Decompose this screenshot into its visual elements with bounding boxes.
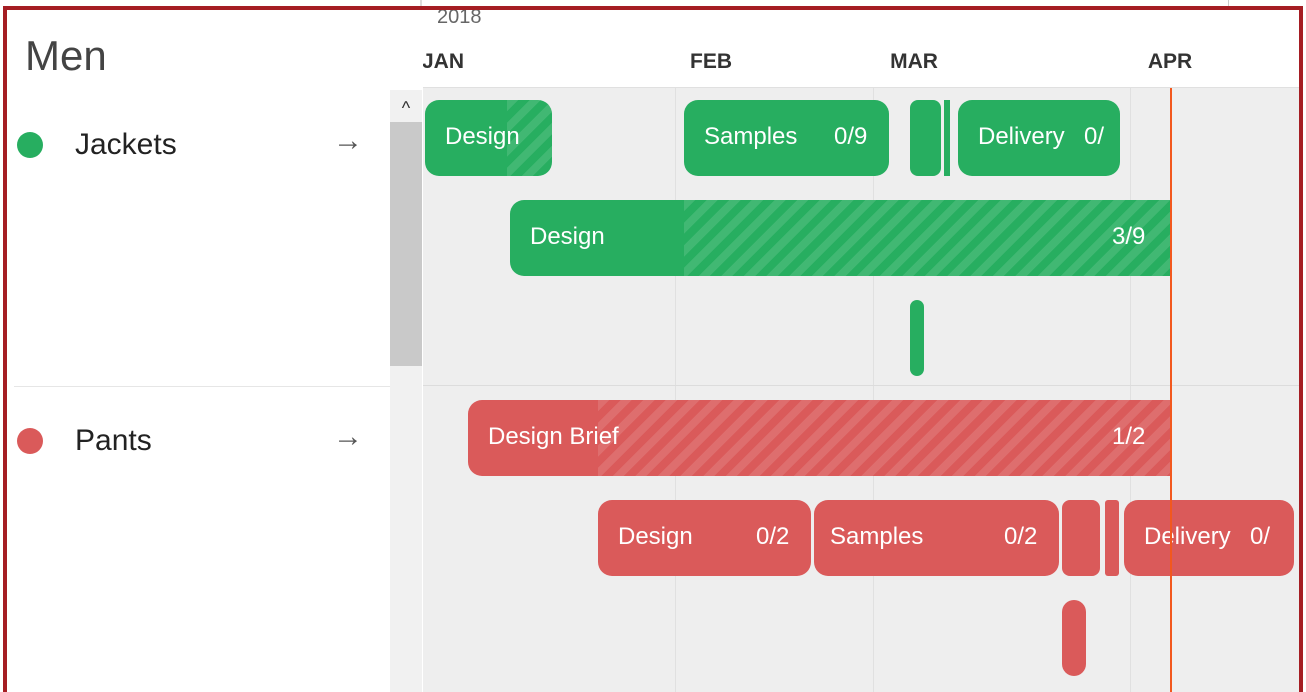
scroll-up-icon[interactable]: ^ xyxy=(390,90,422,122)
year-label: 2018 xyxy=(437,10,482,28)
month-gridline xyxy=(873,88,874,692)
category-name: Pants xyxy=(75,424,152,457)
month-gridline xyxy=(1130,88,1131,692)
gantt-view: Men Jackets → Pants → ^ 2018 JAN FEB MAR… xyxy=(0,0,1306,692)
milestone-bar[interactable] xyxy=(910,100,941,176)
timeline-header: 2018 JAN FEB MAR APR xyxy=(423,10,1299,88)
group-title: Men xyxy=(25,32,107,79)
month-label-feb: FEB xyxy=(690,50,732,73)
timeline-area: 2018 JAN FEB MAR APR Design Samples 0/9 xyxy=(423,10,1299,692)
task-bar[interactable]: Design 0/2 xyxy=(598,500,811,576)
task-label: Design xyxy=(618,523,693,550)
milestone-marker[interactable] xyxy=(1062,600,1086,676)
arrow-right-icon[interactable]: → xyxy=(333,124,363,158)
task-bar[interactable]: Delivery 0/ xyxy=(1124,500,1294,576)
progress-hatch xyxy=(598,400,1170,476)
task-label: Delivery xyxy=(1144,523,1231,550)
task-count: 3/9 xyxy=(1112,223,1146,250)
milestone-marker[interactable] xyxy=(910,300,924,376)
task-label: Delivery xyxy=(978,123,1065,150)
category-name: Jackets xyxy=(75,128,177,161)
window-corner-line xyxy=(1228,0,1229,8)
milestone-tick[interactable] xyxy=(944,100,950,176)
month-gridline xyxy=(675,88,676,692)
category-color-dot xyxy=(17,132,43,158)
task-count: 0/ xyxy=(1250,523,1271,550)
task-bar[interactable]: Samples 0/2 xyxy=(814,500,1059,576)
progress-hatch xyxy=(684,200,1170,276)
task-count: 1/2 xyxy=(1112,423,1146,450)
scrollbar-thumb[interactable] xyxy=(390,122,422,366)
header-divider xyxy=(420,0,422,8)
category-row-jackets[interactable]: Jackets → xyxy=(7,118,390,178)
category-divider xyxy=(14,386,397,387)
category-panel: Men Jackets → Pants → ^ xyxy=(7,10,423,692)
category-row-pants[interactable]: Pants → xyxy=(7,414,390,474)
arrow-right-icon[interactable]: → xyxy=(333,420,363,454)
task-count: 0/2 xyxy=(756,523,790,550)
task-count: 0/9 xyxy=(834,123,868,150)
milestone-tick[interactable] xyxy=(1105,500,1119,576)
milestone-bar[interactable] xyxy=(1062,500,1100,576)
task-label: Design xyxy=(530,223,605,250)
month-label-mar: MAR xyxy=(890,50,938,73)
task-bar[interactable]: Design xyxy=(425,100,552,176)
month-label-jan: JAN xyxy=(423,50,465,73)
task-count: 0/2 xyxy=(1004,523,1038,550)
vertical-scrollbar[interactable]: ^ xyxy=(390,90,422,692)
row-divider xyxy=(423,385,1299,386)
today-line xyxy=(1170,88,1172,692)
task-bar[interactable]: Samples 0/9 xyxy=(684,100,889,176)
month-label-apr: APR xyxy=(1147,50,1193,73)
task-label: Samples xyxy=(704,123,798,150)
task-bar[interactable]: Delivery 0/ xyxy=(958,100,1120,176)
task-label: Design xyxy=(445,123,520,150)
task-count: 0/ xyxy=(1084,123,1105,150)
task-bar[interactable]: Design Brief 1/2 xyxy=(468,400,1170,476)
category-color-dot xyxy=(17,428,43,454)
task-label: Samples xyxy=(830,523,924,550)
task-bar[interactable]: Design 3/9 xyxy=(510,200,1170,276)
task-label: Design Brief xyxy=(488,423,619,450)
timeline-body: Design Samples 0/9 Delivery 0/ Design 3/… xyxy=(423,88,1299,692)
